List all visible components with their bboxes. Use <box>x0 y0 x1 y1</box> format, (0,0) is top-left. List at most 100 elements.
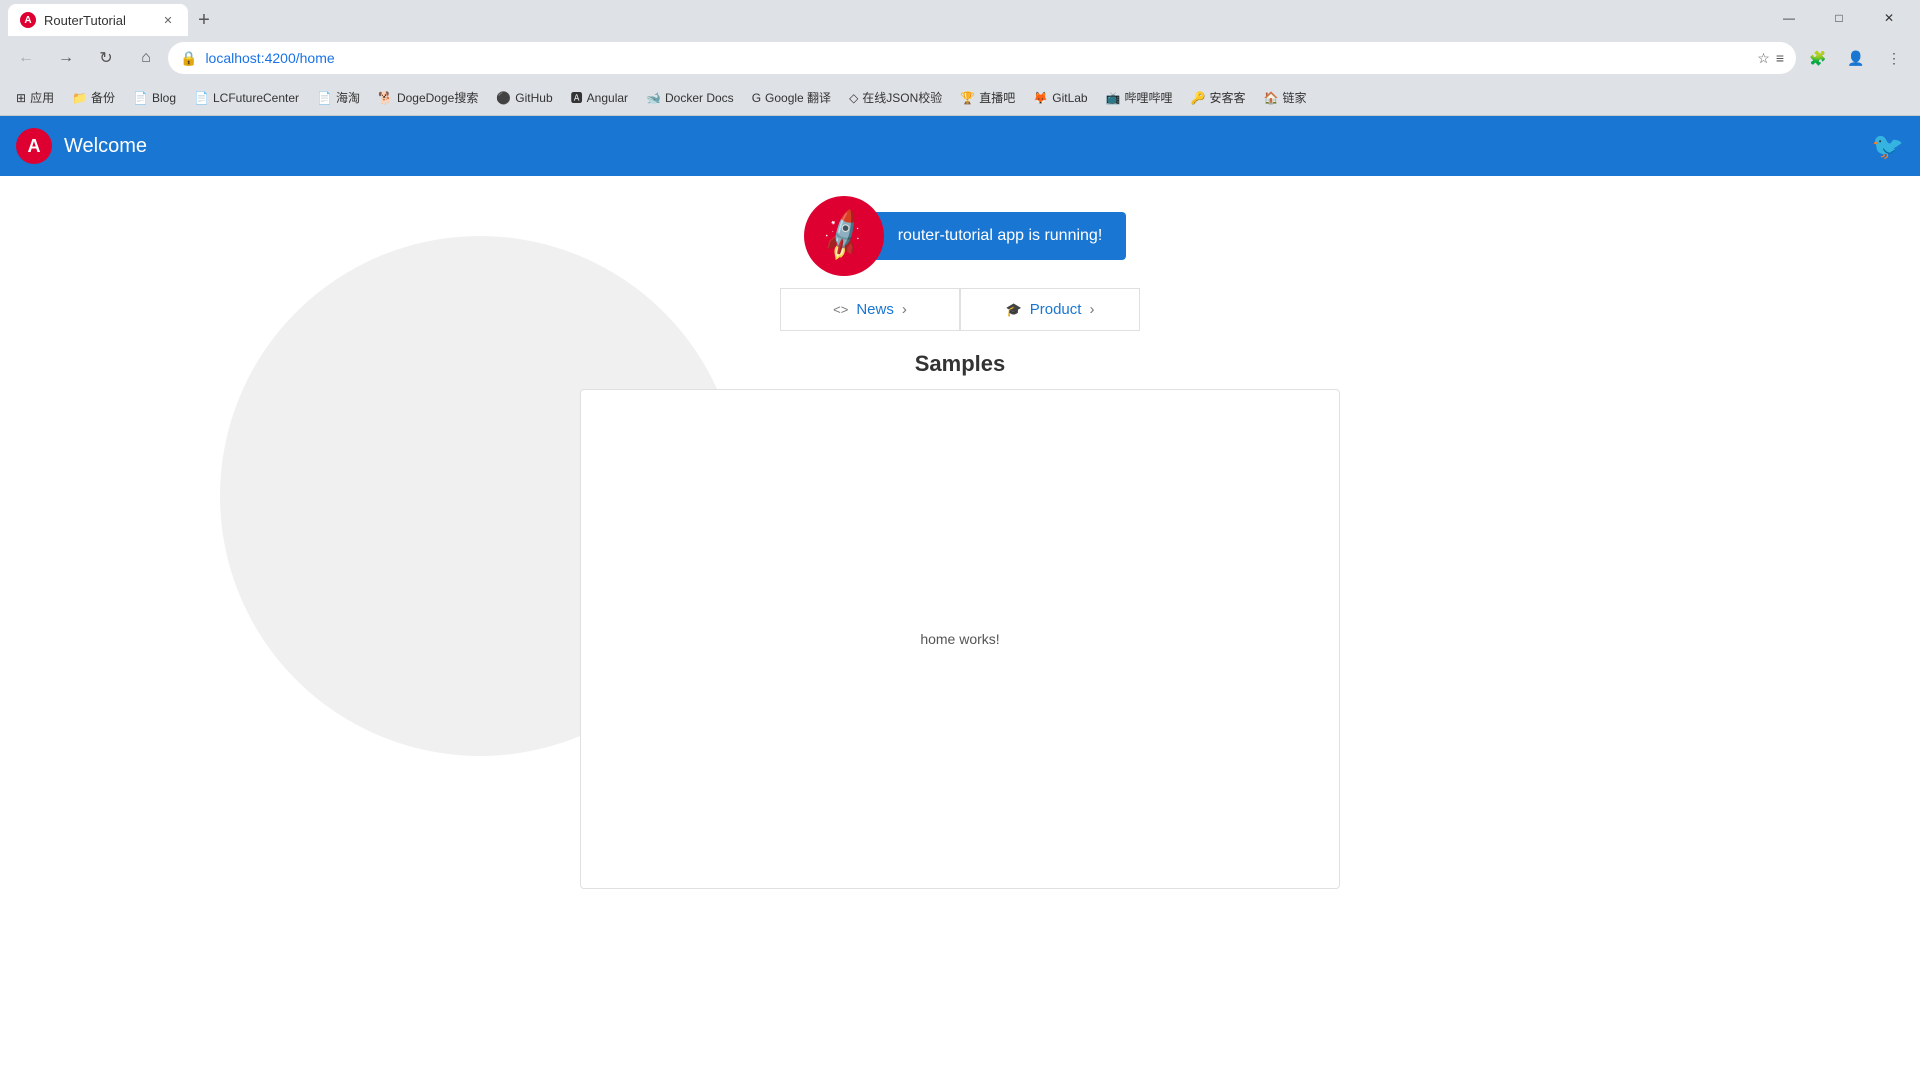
tab-bar: A RouterTutorial ✕ + <box>8 0 220 36</box>
bookmark-json[interactable]: ◇ 在线JSON校验 <box>841 85 950 110</box>
address-icons: ☆ ≡ <box>1757 50 1784 67</box>
angular-logo-text: A <box>28 136 41 157</box>
back-button[interactable]: ← <box>8 40 44 76</box>
nav-link-news[interactable]: <> News › <box>780 288 960 331</box>
angular-bm-icon: 🅰 <box>571 89 583 106</box>
bookmark-bilibili[interactable]: 📺 哔哩哔哩 <box>1098 85 1181 110</box>
new-tab-button[interactable]: + <box>188 4 220 36</box>
bookmark-angular[interactable]: 🅰 Angular <box>563 85 636 110</box>
bilibili-icon: 📺 <box>1106 91 1121 105</box>
mortarboard-icon: 🎓 <box>1006 302 1022 318</box>
bookmark-angular-label: Angular <box>587 91 628 105</box>
product-link-text: Product <box>1030 301 1082 318</box>
bookmark-anke[interactable]: 🔑 安客客 <box>1183 85 1254 110</box>
json-icon: ◇ <box>849 91 858 105</box>
bookmark-haitao[interactable]: 📄 海淘 <box>309 85 368 110</box>
minimize-button[interactable]: — <box>1766 2 1812 34</box>
bookmark-json-label: 在线JSON校验 <box>862 89 942 106</box>
news-link-text: News <box>856 301 894 318</box>
bookmark-dogedoge[interactable]: 🐕 DogeDoge搜索 <box>370 85 486 110</box>
bookmark-backup[interactable]: 📁 备份 <box>64 85 123 110</box>
nav-link-product[interactable]: 🎓 Product › <box>960 288 1140 331</box>
lianjia-icon: 🏠 <box>1264 91 1279 105</box>
angular-logo: A <box>16 128 52 164</box>
menu-icon[interactable]: ⋮ <box>1876 40 1912 76</box>
bookmark-github-label: GitHub <box>515 91 552 105</box>
maximize-button[interactable]: □ <box>1816 2 1862 34</box>
app-content: A Welcome 🐦 🚀 router-tutorial app is run… <box>0 116 1920 1076</box>
bookmark-lcfuture-label: LCFutureCenter <box>213 91 299 105</box>
bookmark-bilibili-label: 哔哩哔哩 <box>1125 89 1173 106</box>
bookmark-github[interactable]: ⚫ GitHub <box>488 87 560 109</box>
reading-mode-icon[interactable]: ≡ <box>1776 50 1784 66</box>
reload-button[interactable]: ↻ <box>88 40 124 76</box>
bookmark-lianjia[interactable]: 🏠 链家 <box>1256 85 1315 110</box>
bookmark-apps[interactable]: ⊞ 应用 <box>8 85 62 110</box>
window-controls: — □ ✕ <box>1766 2 1912 34</box>
apps-icon: ⊞ <box>16 91 26 105</box>
extensions-icon[interactable]: 🧩 <box>1800 40 1836 76</box>
profile-icon[interactable]: 👤 <box>1838 40 1874 76</box>
toolbar-icons: 🧩 👤 ⋮ <box>1800 40 1912 76</box>
lock-icon: 🔒 <box>180 50 197 67</box>
dogedoge-icon: 🐕 <box>378 91 393 105</box>
address-text: localhost:4200/home <box>205 50 1749 66</box>
bookmark-backup-label: 备份 <box>91 89 115 106</box>
bookmark-blog-label: Blog <box>152 91 176 105</box>
bookmark-gitlab[interactable]: 🦊 GitLab <box>1025 87 1095 109</box>
bookmark-haitao-label: 海淘 <box>336 89 360 106</box>
news-chevron-icon: › <box>902 301 907 318</box>
product-chevron-icon: › <box>1089 301 1094 318</box>
active-tab[interactable]: A RouterTutorial ✕ <box>8 4 188 36</box>
bookmark-zhibo-label: 直播吧 <box>979 89 1015 106</box>
google-translate-icon: G <box>752 91 761 105</box>
close-button[interactable]: ✕ <box>1866 2 1912 34</box>
main-content: 🚀 router-tutorial app is running! <> New… <box>0 176 1920 1076</box>
bookmark-docker[interactable]: 🐋 Docker Docs <box>638 87 742 109</box>
app-logo: A Welcome <box>16 128 147 164</box>
haitao-icon: 📄 <box>317 91 332 105</box>
code-icon: <> <box>833 302 848 317</box>
tab-close-button[interactable]: ✕ <box>160 12 176 28</box>
bookmark-star-icon[interactable]: ☆ <box>1757 50 1770 67</box>
bookmark-lianjia-label: 链家 <box>1282 89 1306 106</box>
browser-chrome: A RouterTutorial ✕ + — □ ✕ ← → ↻ ⌂ 🔒 loc… <box>0 0 1920 116</box>
blog-icon: 📄 <box>133 91 148 105</box>
bookmark-anke-label: 安客客 <box>1210 89 1246 106</box>
app-title: Welcome <box>64 135 147 158</box>
bookmark-blog[interactable]: 📄 Blog <box>125 87 184 109</box>
bookmark-google-translate[interactable]: G Google 翻译 <box>744 85 839 110</box>
bookmarks-bar: ⊞ 应用 📁 备份 📄 Blog 📄 LCFutureCenter 📄 海淘 🐕… <box>0 80 1920 116</box>
bookmark-lcfuture[interactable]: 📄 LCFutureCenter <box>186 87 307 109</box>
home-works-text: home works! <box>920 631 999 647</box>
github-icon: ⚫ <box>496 91 511 105</box>
home-button[interactable]: ⌂ <box>128 40 164 76</box>
bookmark-docker-label: Docker Docs <box>665 91 734 105</box>
app-header: A Welcome 🐦 <box>0 116 1920 176</box>
docker-icon: 🐋 <box>646 91 661 105</box>
bookmark-gitlab-label: GitLab <box>1052 91 1087 105</box>
bookmark-dogedoge-label: DogeDoge搜索 <box>397 89 478 106</box>
lcfuture-icon: 📄 <box>194 91 209 105</box>
samples-content: home works! <box>580 389 1340 889</box>
tab-favicon: A <box>20 12 36 28</box>
nav-links: <> News › 🎓 Product › <box>780 288 1140 331</box>
banner-text: router-tutorial app is running! <box>898 227 1103 245</box>
bookmark-apps-label: 应用 <box>30 89 54 106</box>
folder-icon: 📁 <box>72 91 87 105</box>
bookmark-zhibo[interactable]: 🏆 直播吧 <box>952 85 1023 110</box>
app-running-banner: router-tutorial app is running! <box>874 212 1127 260</box>
zhibo-icon: 🏆 <box>960 91 975 105</box>
address-bar: ← → ↻ ⌂ 🔒 localhost:4200/home ☆ ≡ 🧩 👤 ⋮ <box>0 36 1920 80</box>
address-input-wrap[interactable]: 🔒 localhost:4200/home ☆ ≡ <box>168 42 1796 74</box>
rocket-circle: 🚀 <box>804 196 884 276</box>
title-bar: A RouterTutorial ✕ + — □ ✕ <box>0 0 1920 36</box>
twitter-icon[interactable]: 🐦 <box>1872 131 1904 162</box>
anke-icon: 🔑 <box>1191 91 1206 105</box>
forward-button[interactable]: → <box>48 40 84 76</box>
samples-section: Samples home works! <box>580 351 1340 889</box>
bookmark-google-translate-label: Google 翻译 <box>765 89 831 106</box>
gitlab-icon: 🦊 <box>1033 91 1048 105</box>
samples-title: Samples <box>580 351 1340 377</box>
tab-title: RouterTutorial <box>44 13 152 28</box>
